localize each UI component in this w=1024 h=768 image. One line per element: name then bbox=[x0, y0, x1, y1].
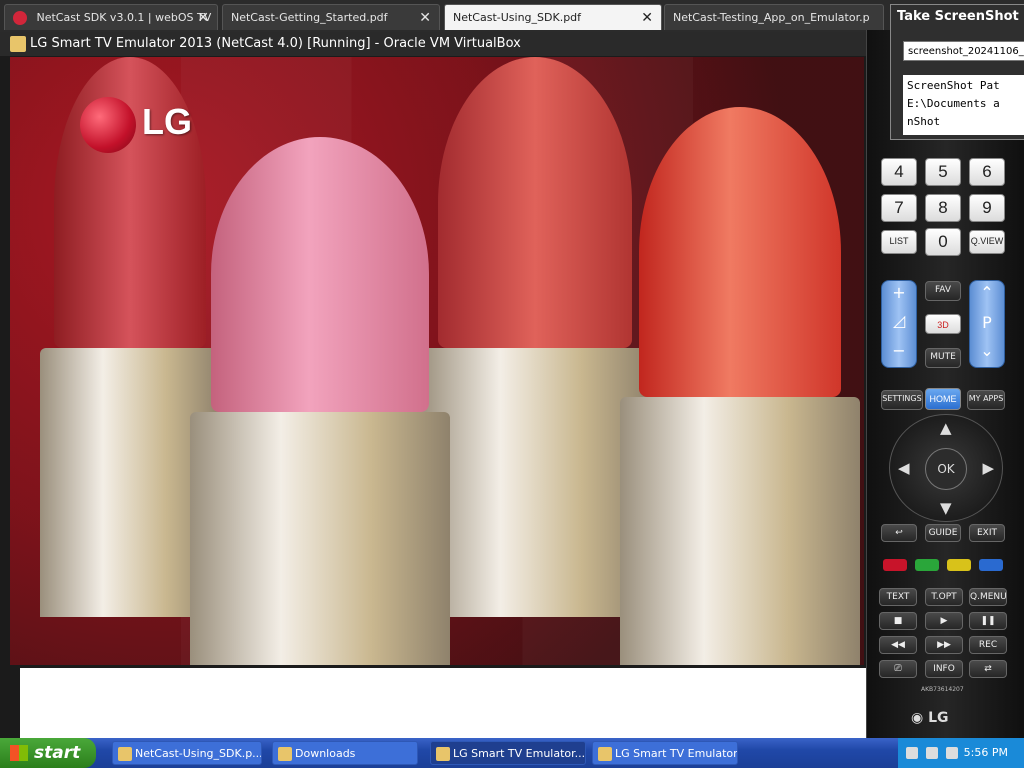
close-icon[interactable]: ✕ bbox=[641, 5, 653, 30]
lg-logo-icon bbox=[80, 97, 136, 153]
browser-tab-strip: NetCast SDK v3.0.1 | webOS TV ✕ NetCast-… bbox=[0, 0, 1024, 32]
taskbar-item-label: Downloads bbox=[295, 747, 356, 760]
pause-button[interactable]: ❚❚ bbox=[969, 612, 1007, 630]
popup-title: Take ScreenShot bbox=[897, 9, 1019, 24]
left-arrow-icon[interactable]: ◀ bbox=[898, 459, 910, 477]
screenshot-filename-field[interactable]: screenshot_20241106_1 bbox=[903, 41, 1024, 61]
browser-tab-label: NetCast SDK v3.0.1 | webOS TV bbox=[36, 11, 212, 24]
taskbar: start NetCast-Using_SDK.p... Downloads L… bbox=[0, 738, 1024, 768]
taskbar-item[interactable]: NetCast-Using_SDK.p... bbox=[112, 741, 262, 765]
back-button[interactable]: ↩ bbox=[881, 524, 917, 542]
green-button[interactable] bbox=[915, 559, 939, 571]
info-button[interactable]: INFO bbox=[925, 660, 963, 678]
subtitle-button[interactable]: ⎚ bbox=[879, 660, 917, 678]
remote-key-5[interactable]: 5 bbox=[925, 158, 961, 186]
qmenu-button[interactable]: Q.MENU bbox=[969, 588, 1007, 606]
browser-tab-label: NetCast-Getting_Started.pdf bbox=[231, 11, 388, 24]
window-content-area bbox=[20, 668, 866, 738]
simplink-button[interactable]: ⇄ bbox=[969, 660, 1007, 678]
remote-key-9[interactable]: 9 bbox=[969, 194, 1005, 222]
up-arrow-icon[interactable]: ▲ bbox=[940, 419, 952, 437]
taskbar-item[interactable]: Downloads bbox=[272, 741, 418, 765]
lg-favicon-icon bbox=[13, 11, 27, 25]
list-button[interactable]: LIST bbox=[881, 230, 917, 254]
rec-button[interactable]: REC bbox=[969, 636, 1007, 654]
volume-icon[interactable] bbox=[926, 747, 938, 759]
screenshot-path-text: ScreenShot Pat E:\Documents a nShot bbox=[903, 75, 1024, 135]
fast-forward-button[interactable]: ▶▶ bbox=[925, 636, 963, 654]
windows-flag-icon bbox=[10, 745, 28, 761]
pdf-icon bbox=[118, 747, 132, 761]
navigation-ring[interactable]: ▲ ◀ ▶ ▼ OK bbox=[889, 414, 1003, 522]
remote-key-8[interactable]: 8 bbox=[925, 194, 961, 222]
channel-pad[interactable]: ⌃ P ⌄ bbox=[969, 280, 1005, 368]
window-title: LG Smart TV Emulator 2013 (NetCast 4.0) … bbox=[30, 36, 521, 51]
guide-button[interactable]: GUIDE bbox=[925, 524, 961, 542]
settings-button[interactable]: SETTINGS bbox=[881, 390, 923, 410]
browser-tab[interactable]: NetCast-Getting_Started.pdf ✕ bbox=[222, 4, 440, 30]
stop-button[interactable]: ■ bbox=[879, 612, 917, 630]
remote-key-7[interactable]: 7 bbox=[881, 194, 917, 222]
browser-tab-active[interactable]: NetCast-Using_SDK.pdf ✕ bbox=[444, 4, 662, 30]
home-button[interactable]: HOME bbox=[925, 388, 961, 410]
browser-tab[interactable]: NetCast SDK v3.0.1 | webOS TV ✕ bbox=[4, 4, 218, 30]
lipstick-image bbox=[620, 107, 860, 665]
model-code: AKB73614207 bbox=[921, 686, 964, 693]
channel-down-icon[interactable]: ⌄ bbox=[970, 341, 1004, 360]
taskbar-item-label: LG Smart TV Emulator... bbox=[615, 747, 738, 760]
close-icon[interactable]: ✕ bbox=[197, 5, 209, 30]
yellow-button[interactable] bbox=[947, 559, 971, 571]
system-tray: 5:56 PM bbox=[898, 738, 1024, 768]
topt-button[interactable]: T.OPT bbox=[925, 588, 963, 606]
remote-key-4[interactable]: 4 bbox=[881, 158, 917, 186]
taskbar-item-label: NetCast-Using_SDK.p... bbox=[135, 747, 262, 760]
3d-button[interactable]: 3D bbox=[925, 314, 961, 334]
security-icon[interactable] bbox=[946, 747, 958, 759]
taskbar-item-active[interactable]: LG Smart TV Emulator... bbox=[430, 741, 586, 765]
virtualbox-icon bbox=[598, 747, 612, 761]
remote-key-0[interactable]: 0 bbox=[925, 228, 961, 256]
channel-p-label: P bbox=[982, 313, 992, 332]
lipstick-image bbox=[420, 57, 650, 617]
lg-logo: LG bbox=[80, 97, 210, 157]
right-arrow-icon[interactable]: ▶ bbox=[982, 459, 994, 477]
exit-button[interactable]: EXIT bbox=[969, 524, 1005, 542]
start-label: start bbox=[34, 743, 81, 763]
text-button[interactable]: TEXT bbox=[879, 588, 917, 606]
browser-tab-label: NetCast-Testing_App_on_Emulator.p bbox=[673, 11, 870, 24]
my-apps-button[interactable]: MY APPS bbox=[967, 390, 1005, 410]
play-button[interactable]: ▶ bbox=[925, 612, 963, 630]
volume-pad[interactable]: + ◿ − bbox=[881, 280, 917, 368]
network-icon[interactable] bbox=[906, 747, 918, 759]
folder-icon bbox=[278, 747, 292, 761]
close-icon[interactable]: ✕ bbox=[419, 5, 431, 30]
mute-button[interactable]: MUTE bbox=[925, 348, 961, 368]
clock: 5:56 PM bbox=[963, 746, 1008, 759]
virtualbox-icon bbox=[10, 36, 26, 52]
browser-tab[interactable]: NetCast-Testing_App_on_Emulator.p bbox=[664, 4, 884, 30]
volume-icon: ◿ bbox=[892, 311, 906, 330]
rewind-button[interactable]: ◀◀ bbox=[879, 636, 917, 654]
channel-up-icon[interactable]: ⌃ bbox=[970, 283, 1004, 302]
remote-key-6[interactable]: 6 bbox=[969, 158, 1005, 186]
start-button[interactable]: start bbox=[0, 738, 96, 768]
emulator-screen[interactable]: LG bbox=[10, 57, 864, 665]
qview-button[interactable]: Q.VIEW bbox=[969, 230, 1005, 254]
emulator-icon bbox=[436, 747, 450, 761]
fav-button[interactable]: FAV bbox=[925, 281, 961, 301]
taskbar-item[interactable]: LG Smart TV Emulator... bbox=[592, 741, 738, 765]
blue-button[interactable] bbox=[979, 559, 1003, 571]
lipstick-image bbox=[190, 137, 450, 665]
ok-button[interactable]: OK bbox=[925, 448, 967, 490]
screenshot-popup: Take ScreenShot screenshot_20241106_1 Sc… bbox=[890, 4, 1024, 140]
lg-logo-text: LG bbox=[142, 101, 192, 142]
taskbar-item-label: LG Smart TV Emulator... bbox=[453, 747, 586, 760]
window-title-bar: LG Smart TV Emulator 2013 (NetCast 4.0) … bbox=[0, 32, 870, 56]
volume-down-icon[interactable]: − bbox=[882, 341, 916, 360]
remote-brand-logo: ◉ LG bbox=[911, 710, 949, 726]
volume-up-icon[interactable]: + bbox=[882, 283, 916, 302]
red-button[interactable] bbox=[883, 559, 907, 571]
down-arrow-icon[interactable]: ▼ bbox=[940, 499, 952, 517]
browser-tab-label: NetCast-Using_SDK.pdf bbox=[453, 11, 582, 24]
